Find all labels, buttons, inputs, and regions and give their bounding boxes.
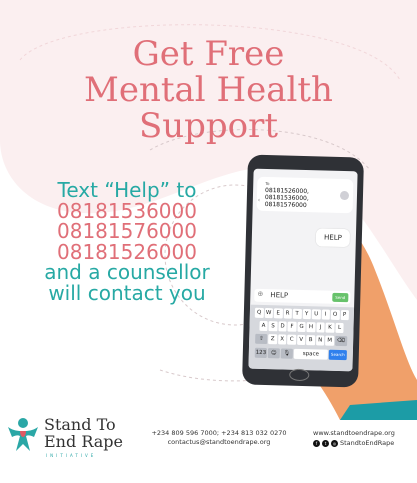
send-button[interactable]: Send — [332, 292, 349, 303]
brand-tagline: INITIATIVE — [46, 453, 97, 458]
shift-key[interactable]: ⇧ — [255, 333, 268, 345]
recipients-list: 08181526000, 08181536000, 08181576000 — [264, 186, 310, 210]
call-to-action: Text “Help” to 08181536000 08181576000 0… — [12, 180, 242, 303]
key-q[interactable]: Q — [254, 307, 264, 318]
key-n[interactable]: N — [315, 335, 325, 346]
brand-line-1: Stand To — [44, 415, 116, 434]
message-input[interactable]: HELP — [270, 291, 288, 299]
search-key[interactable]: Search — [328, 349, 347, 361]
keyboard-row-4: 123 ☺ 🎙 space Search — [249, 347, 353, 361]
key-i[interactable]: I — [321, 309, 330, 320]
cta-will-contact: will contact you — [48, 280, 206, 305]
key-c[interactable]: C — [287, 334, 297, 345]
headline-line-2: Mental Health — [84, 70, 333, 110]
cta-and-counsellor: and a counsellor — [44, 260, 210, 284]
web-social: www.standtoendrape.org f t ◎ StandtoEndR… — [313, 429, 417, 448]
instagram-icon[interactable]: ◎ — [331, 440, 338, 447]
key-b[interactable]: B — [306, 335, 316, 346]
key-h[interactable]: H — [306, 322, 316, 333]
brand-name: Stand To End Rape — [44, 416, 123, 450]
key-u[interactable]: U — [311, 309, 321, 320]
key-p[interactable]: P — [340, 309, 349, 321]
key-s[interactable]: S — [268, 321, 278, 332]
social-row: f t ◎ StandtoEndRape — [313, 439, 417, 448]
headline-line-3: Support — [138, 106, 279, 146]
key-l[interactable]: L — [335, 322, 344, 334]
key-j[interactable]: J — [316, 322, 325, 333]
key-m[interactable]: M — [325, 335, 335, 346]
key-o[interactable]: O — [330, 309, 340, 320]
message-bubble: HELP — [315, 228, 351, 248]
emoji-key[interactable]: ☺ — [267, 348, 280, 359]
key-a[interactable]: A — [259, 320, 268, 332]
stand-to-end-rape-logo: Stand To End Rape INITIATIVE — [6, 413, 126, 463]
key-g[interactable]: G — [297, 321, 306, 333]
phone-mockup: ‹ To 08181526000, 08181536000, 081815760… — [242, 154, 364, 388]
keyboard-row-2: ASDFGHJKL — [249, 320, 353, 334]
contact-phones: +234 809 596 7000; +234 813 032 0270 — [151, 429, 287, 437]
back-arrow-icon[interactable]: ‹ — [258, 197, 261, 204]
recipients-header: ‹ To 08181526000, 08181536000, 081815760… — [256, 176, 354, 214]
key-r[interactable]: R — [283, 308, 293, 319]
cta-text-help-to: Text “Help” to — [57, 178, 197, 202]
backspace-key[interactable]: ⌫ — [334, 335, 348, 347]
key-y[interactable]: Y — [302, 309, 312, 320]
phone-screen: ‹ To 08181526000, 08181536000, 081815760… — [248, 168, 358, 372]
headline: Get Free Mental Health Support — [0, 36, 417, 144]
key-w[interactable]: W — [264, 308, 274, 319]
cta-phone-number-3: 08181526000 — [57, 239, 197, 264]
headline-line-1: Get Free — [132, 34, 285, 74]
keyboard-row-3: ⇧ ZXCVBNM ⌫ — [249, 333, 353, 347]
key-f[interactable]: F — [287, 321, 297, 332]
cta-phone-number-2: 08181576000 — [57, 219, 197, 243]
social-handle: StandtoEndRape — [340, 439, 395, 447]
home-button[interactable] — [289, 368, 310, 382]
website-link[interactable]: www.standtoendrape.org — [313, 429, 417, 438]
message-input-row[interactable]: ⊕ HELP Send — [254, 288, 351, 305]
brand-line-2: End Rape — [44, 432, 123, 451]
key-v[interactable]: V — [296, 334, 306, 346]
key-x[interactable]: X — [277, 334, 287, 345]
keyboard: QWERTYUIOP ASDFGHJKL ⇧ ZXCVBNM ⌫ 123 ☺ 🎙… — [248, 304, 355, 372]
contact-email[interactable]: contactus@standtoendrape.org — [134, 438, 304, 447]
attach-plus-icon[interactable]: ⊕ — [257, 290, 263, 298]
key-t[interactable]: T — [292, 308, 302, 319]
key-d[interactable]: D — [278, 321, 287, 332]
keyboard-row-1: QWERTYUIOP — [250, 307, 354, 321]
to-label: To — [265, 180, 270, 187]
space-key[interactable]: space — [293, 348, 328, 360]
key-k[interactable]: K — [325, 322, 335, 333]
mic-key[interactable]: 🎙 — [280, 348, 293, 359]
contact-info: +234 809 596 7000; +234 813 032 0270 con… — [134, 429, 304, 447]
twitter-icon[interactable]: t — [322, 440, 329, 447]
cta-phone-number-1: 08181536000 — [57, 198, 197, 223]
ribbon-figure-icon — [8, 418, 38, 451]
facebook-icon[interactable]: f — [313, 440, 320, 447]
key-e[interactable]: E — [273, 308, 283, 319]
key-z[interactable]: Z — [268, 334, 278, 345]
numbers-key[interactable]: 123 — [254, 347, 267, 359]
